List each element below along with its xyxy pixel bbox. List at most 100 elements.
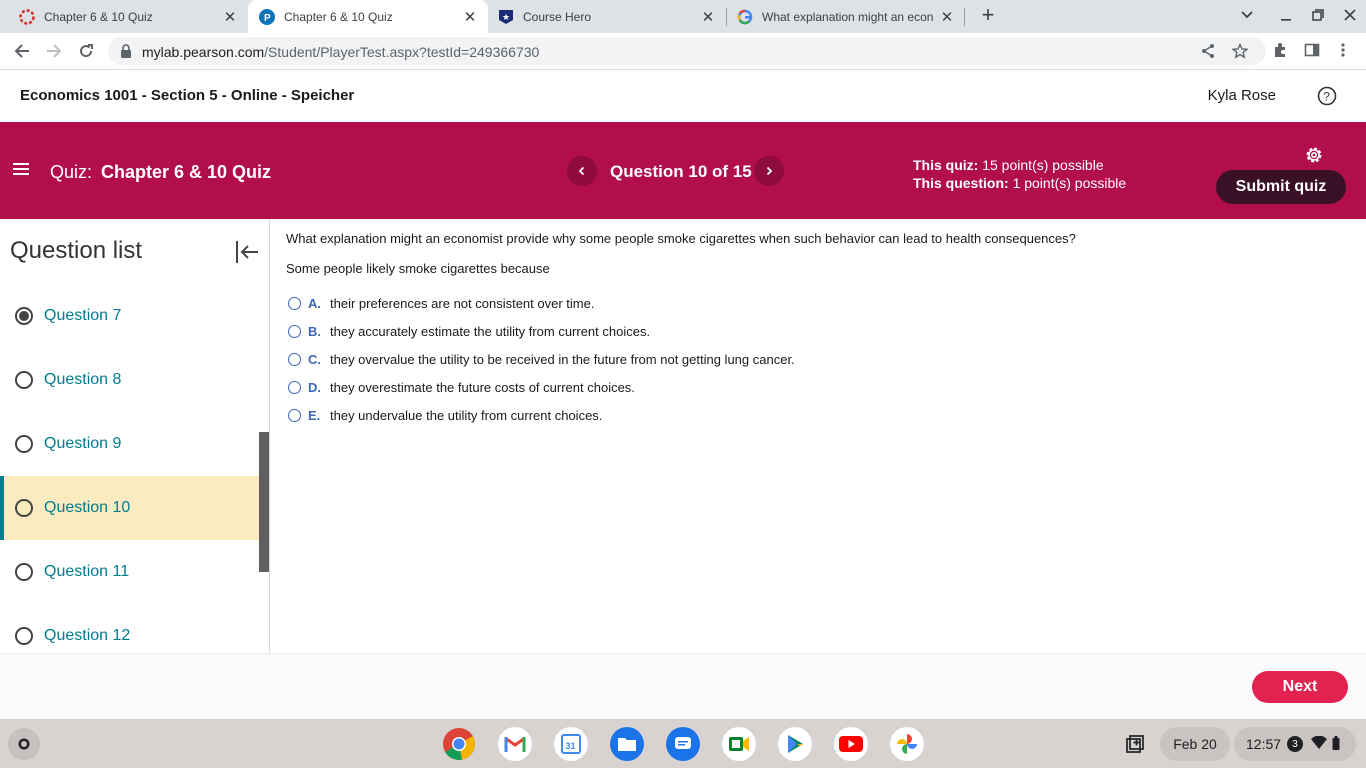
menu-kebab-icon[interactable] — [1340, 42, 1346, 63]
quiz-points-label: This quiz: — [913, 157, 979, 173]
date-pill[interactable]: Feb 20 — [1160, 727, 1230, 761]
close-tab-icon[interactable]: ✕ — [462, 9, 478, 26]
quiz-footer: Next — [0, 653, 1366, 719]
close-window-icon[interactable] — [1344, 8, 1356, 24]
bookmark-star-icon[interactable] — [1231, 42, 1249, 64]
previous-question-button[interactable] — [567, 156, 597, 186]
share-icon[interactable] — [1200, 43, 1216, 64]
minimize-icon[interactable] — [1280, 8, 1292, 25]
restore-icon[interactable] — [1312, 8, 1324, 24]
play-store-icon[interactable] — [778, 727, 812, 761]
question-list-item-12[interactable]: Question 12 — [0, 604, 260, 653]
pearson-red-icon — [19, 8, 35, 25]
tab-search-icon[interactable] — [1240, 8, 1254, 25]
quiz-label: Quiz: — [50, 162, 93, 182]
meet-icon[interactable] — [722, 727, 756, 761]
choice-letter: A. — [308, 295, 321, 311]
browser-tab-strip: Chapter 6 & 10 Quiz ✕ P Chapter 6 & 10 Q… — [0, 0, 1366, 33]
chevron-right-icon — [766, 166, 773, 176]
question-label: Question 10 — [44, 499, 131, 516]
points-summary: This quiz: 15 point(s) possible This que… — [913, 156, 1126, 192]
choice-c[interactable]: C. they overvalue the utility to be rece… — [288, 349, 795, 369]
choice-text: they undervalue the utility from current… — [330, 407, 603, 423]
clock-text: 12:57 — [1246, 736, 1282, 752]
unanswered-radio-icon — [15, 627, 33, 645]
files-icon[interactable] — [610, 727, 644, 761]
radio-dot — [19, 311, 29, 321]
next-question-arrow-button[interactable] — [754, 156, 784, 186]
messages-icon[interactable] — [666, 727, 700, 761]
calendar-icon[interactable]: 31 — [554, 727, 588, 761]
choice-letter: C. — [308, 351, 321, 367]
question-points: This question: 1 point(s) possible — [913, 174, 1126, 192]
close-tab-icon[interactable]: ✕ — [939, 9, 955, 26]
choice-letter: E. — [308, 407, 321, 423]
choice-e[interactable]: E. they undervalue the utility from curr… — [288, 405, 602, 425]
next-button[interactable]: Next — [1252, 671, 1348, 703]
question-list-item-10-current[interactable]: Question 10 — [0, 476, 260, 540]
os-shelf: 31 Feb 20 12:57 3 — [0, 719, 1366, 768]
help-icon[interactable]: ? — [1317, 86, 1337, 106]
choice-letter: B. — [308, 323, 321, 339]
choice-letter: D. — [308, 379, 321, 395]
close-tab-icon[interactable]: ✕ — [222, 9, 238, 26]
quiz-points-value: 15 point(s) possible — [982, 157, 1104, 173]
browser-tab-3[interactable]: ★ Course Hero ✕ — [488, 0, 726, 33]
status-tray[interactable]: 12:57 3 — [1234, 727, 1356, 761]
unanswered-radio-icon — [15, 435, 33, 453]
question-label: Question 7 — [44, 307, 122, 324]
new-tab-button[interactable]: + — [977, 4, 999, 27]
question-list-item-8[interactable]: Question 8 — [0, 348, 260, 412]
question-list-item-9[interactable]: Question 9 — [0, 412, 260, 476]
gear-icon[interactable] — [1303, 144, 1325, 166]
question-prompt: Some people likely smoke cigarettes beca… — [286, 261, 550, 276]
launcher-button[interactable] — [8, 728, 40, 760]
photos-icon[interactable] — [890, 727, 924, 761]
sidebar-scrollbar[interactable] — [259, 432, 269, 572]
question-list-item-7[interactable]: Question 7 — [0, 284, 260, 348]
choice-d[interactable]: D. they overestimate the future costs of… — [288, 377, 635, 397]
choice-radio[interactable] — [288, 408, 301, 422]
choice-radio[interactable] — [288, 324, 301, 338]
youtube-icon[interactable] — [834, 727, 868, 761]
hamburger-menu-icon[interactable] — [13, 162, 29, 176]
screen-capture-icon[interactable] — [1118, 727, 1152, 761]
google-icon — [737, 9, 753, 25]
pearson-p-icon: P — [259, 8, 275, 25]
course-title: Economics 1001 - Section 5 - Online - Sp… — [20, 87, 355, 104]
unanswered-radio-icon — [15, 499, 33, 517]
wifi-icon — [1311, 735, 1328, 752]
extensions-icon[interactable] — [1272, 42, 1288, 63]
choice-b[interactable]: B. they accurately estimate the utility … — [288, 321, 650, 341]
user-name[interactable]: Kyla Rose — [1208, 87, 1276, 104]
choice-a[interactable]: A. their preferences are not consistent … — [288, 293, 594, 313]
question-counter: Question 10 of 15 — [610, 162, 752, 181]
forward-arrow-icon[interactable] — [44, 41, 64, 61]
lock-icon — [120, 44, 132, 63]
chrome-icon[interactable] — [442, 727, 476, 761]
address-bar[interactable]: mylab.pearson.com/Student/PlayerTest.asp… — [108, 37, 1266, 65]
collapse-sidebar-icon[interactable] — [234, 239, 260, 265]
side-panel-icon[interactable] — [1304, 42, 1320, 63]
tab-title: Chapter 6 & 10 Quiz — [44, 9, 153, 24]
choice-radio[interactable] — [288, 352, 301, 366]
browser-tab-2-active[interactable]: P Chapter 6 & 10 Quiz ✕ — [248, 0, 488, 33]
reload-icon[interactable] — [76, 41, 96, 61]
browser-tab-4[interactable]: What explanation might an econ ✕ — [727, 0, 965, 33]
gmail-icon[interactable] — [498, 727, 532, 761]
close-tab-icon[interactable]: ✕ — [700, 9, 716, 26]
choice-radio[interactable] — [288, 296, 301, 310]
tab-title: Course Hero — [523, 9, 592, 24]
question-label: Question 9 — [44, 435, 122, 452]
course-hero-icon: ★ — [498, 9, 514, 25]
question-points-value: 1 point(s) possible — [1012, 175, 1127, 191]
back-arrow-icon[interactable] — [12, 41, 32, 61]
question-list-item-11[interactable]: Question 11 — [0, 540, 260, 604]
browser-tab-1[interactable]: Chapter 6 & 10 Quiz ✕ — [0, 0, 248, 33]
question-list-sidebar: Question list Question 7 Question 8 Ques… — [0, 219, 270, 653]
svg-text:P: P — [264, 13, 271, 24]
submit-quiz-button[interactable]: Submit quiz — [1216, 170, 1346, 204]
question-points-label: This question: — [913, 175, 1009, 191]
choice-radio[interactable] — [288, 380, 301, 394]
quiz-points: This quiz: 15 point(s) possible — [913, 156, 1126, 174]
